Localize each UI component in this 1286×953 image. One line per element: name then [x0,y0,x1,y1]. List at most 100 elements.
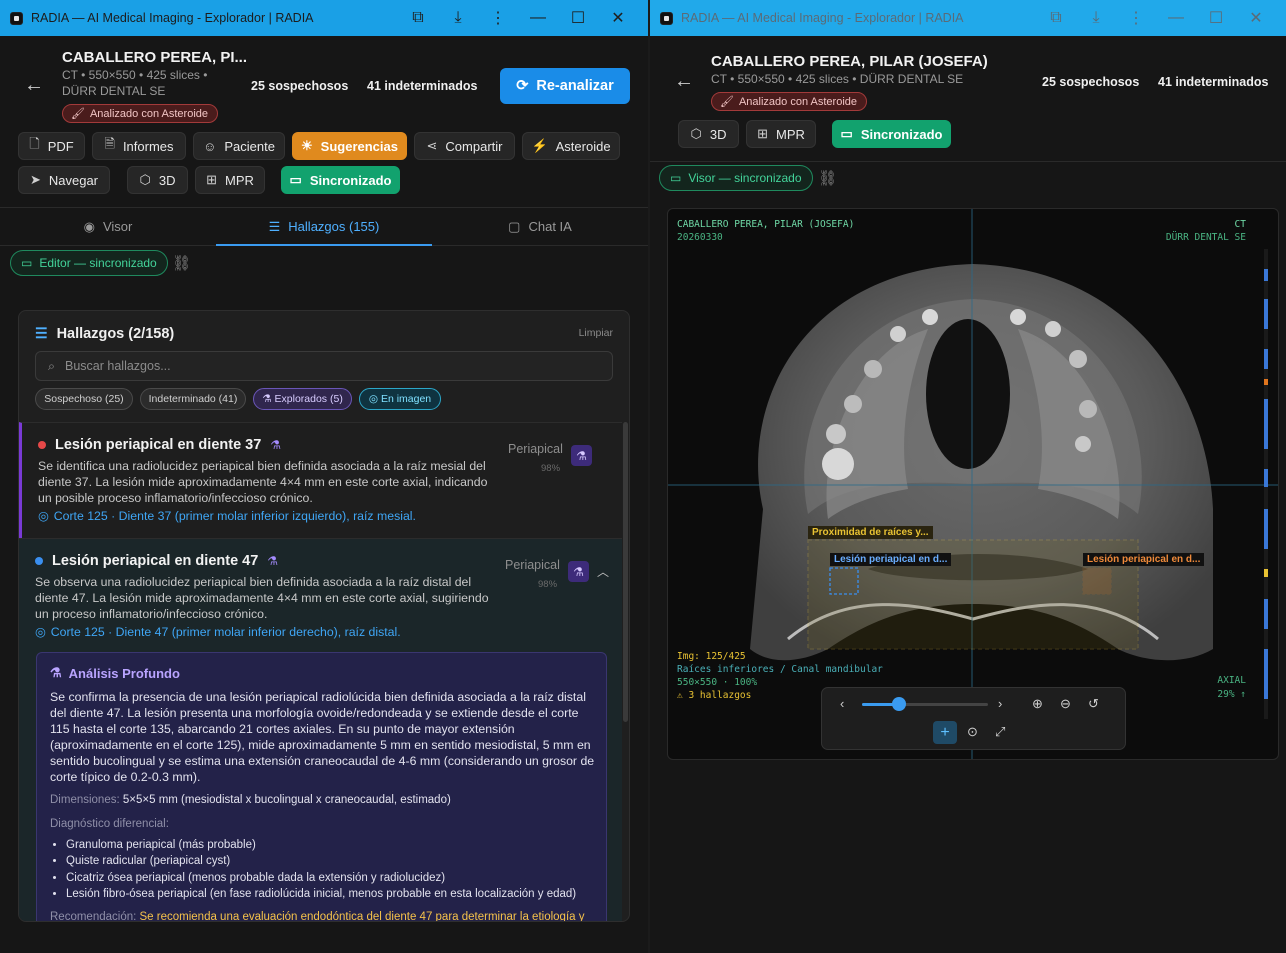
unlink-icon[interactable]: ⛓ [818,169,837,187]
slice-slider-thumb[interactable] [891,697,906,711]
lightbulb-icon: ☀ [301,138,313,153]
zoom-out-icon[interactable]: ⊖ [1060,696,1071,712]
finding-item[interactable]: Lesión periapical en diente 47 ⚗ Se obser… [19,538,622,922]
scrollbar[interactable] [623,422,628,722]
findings-search-input[interactable]: ⌕ Buscar hallazgos... [35,351,613,381]
synced-button[interactable]: ▭ Sincronizado [281,166,400,194]
asteroid-badge: 🖌 Analizado con Asteroide [62,104,218,123]
crosshair-tool-button[interactable]: + [933,721,957,744]
mpr-button[interactable]: ⊞ MPR [195,166,265,194]
viewer-window: RADIA — AI Medical Imaging - Explorador … [650,0,1286,953]
clear-button[interactable]: Limpiar [579,327,613,339]
label-lesion-right[interactable]: Lesión periapical en d... [1083,553,1205,566]
chevron-up-icon[interactable]: ︿ [597,563,609,580]
reports-button[interactable]: 🗎 Informes [92,132,186,160]
recommendation-label: Recomendación: [50,911,137,922]
patient-label: Paciente [224,138,275,154]
document-icon: 🗎 [104,136,115,151]
share-button[interactable]: ⋖ Compartir [414,132,515,160]
unlink-icon[interactable]: ⛓ [172,254,191,272]
app-icon [660,11,673,25]
extensions-icon[interactable]: ⧉ [1036,9,1076,27]
divider [650,161,1286,162]
patient-meta: CT • 550×550 • 425 slices • DÜRR DENTAL … [711,72,964,86]
patient-meta-2: DÜRR DENTAL SE [62,84,166,98]
filter-in-image[interactable]: ◎ En imagen [359,388,441,410]
tab-hallazgos[interactable]: ☰ Hallazgos (155) [216,208,432,246]
extensions-icon[interactable]: ⧉ [398,9,438,27]
recommendation-text: Se recomienda una evaluación endodóntica… [139,911,585,922]
severity-dot [35,557,43,565]
findings-title: ☰ Hallazgos (2/158) [35,325,174,342]
list-item: Cicatriz ósea periapical (menos probable… [66,870,576,886]
reanalyze-button[interactable]: ⟳ Re-analizar [500,68,630,104]
ct-scan-image[interactable] [668,209,1279,760]
analysis-title-text: Análisis Profundo [68,665,180,681]
finding-description: Se identifica una radiolucidez periapica… [38,459,488,505]
overlay-window-level: 29% ↑ [1217,689,1246,700]
suggestions-button[interactable]: ☀ Sugerencias [292,132,407,160]
minimize-button[interactable]: — [518,9,558,27]
indeterminate-count: 41 indeterminados [367,79,478,93]
synced-button[interactable]: ▭ Sincronizado [832,120,951,148]
differential-label: Diagnóstico diferencial: [50,818,169,830]
chevron-right-icon[interactable]: › [998,696,1002,711]
download-icon[interactable]: ⤓ [438,9,478,27]
close-button[interactable]: ✕ [598,8,638,28]
zoom-in-icon[interactable]: ⊕ [1032,696,1043,712]
filter-indeterminate[interactable]: Indeterminado (41) [140,388,246,410]
viewer-sync-pill[interactable]: ▭ Visor — sincronizado [659,165,813,191]
filter-explored[interactable]: ⚗ Explorados (5) [253,388,352,410]
cube-icon: ⬡ [690,126,702,141]
findings-title-label: Hallazgos (2/158) [56,325,175,342]
filter-suspicious[interactable]: Sospechoso (25) [35,388,133,410]
maximize-button[interactable]: ☐ [1196,8,1236,28]
filter-in-image-label: En imagen [380,393,432,405]
pdf-button[interactable]: 🗋 PDF [18,132,85,160]
deep-analysis-button[interactable]: ⚗ [571,445,592,466]
maximize-button[interactable]: ☐ [558,8,598,28]
deep-analysis-button[interactable]: ⚗ [568,561,589,582]
tab-visor[interactable]: ◉ Visor [0,208,216,245]
back-arrow-icon[interactable]: ← [24,74,44,97]
mpr-button[interactable]: ⊞ MPR [746,120,816,148]
asteroid-button[interactable]: ⚡ Asteroide [522,132,620,160]
eye-icon: ◉ [83,218,95,234]
editor-sync-pill[interactable]: ▭ Editor — sincronizado [10,250,168,276]
chat-icon: ▢ [508,218,521,234]
finding-location-text: Corte 125 · Diente 37 (primer molar infe… [53,509,416,523]
close-button[interactable]: ✕ [1236,8,1276,28]
finding-item[interactable]: Lesión periapical en diente 37 ⚗ Se ident… [19,422,622,538]
eye-icon: ◎ [38,509,49,523]
ct-viewer[interactable]: CABALLERO PEREA, PILAR (JOSEFA) 20260330… [667,208,1279,760]
navigate-button[interactable]: ➤ Navegar [18,166,110,194]
more-icon[interactable]: ⋮ [1116,8,1156,28]
label-lesion-left[interactable]: Lesión periapical en d... [830,553,952,566]
target-icon[interactable]: ⊙ [967,724,978,740]
finding-location-link[interactable]: ◎ Corte 125 · Diente 37 (primer molar inf… [38,509,416,523]
microscope-icon: ⚗ [50,665,62,680]
more-icon[interactable]: ⋮ [478,8,518,28]
back-arrow-icon[interactable]: ← [674,70,694,93]
navigation-icon: ➤ [29,172,41,187]
tab-bar: ◉ Visor ☰ Hallazgos (155) ▢ Chat IA [0,207,648,246]
patient-button[interactable]: ☺ Paciente [193,132,285,160]
finding-location-link[interactable]: ◎ Corte 125 · Diente 47 (primer molar inf… [35,625,401,639]
label-proximity[interactable]: Proximidad de raíces y... [808,526,933,539]
tab-chat[interactable]: ▢ Chat IA [432,208,648,245]
suspicious-count: 25 sospechosos [251,79,349,93]
overlay-patient: CABALLERO PEREA, PILAR (JOSEFA) [677,219,855,230]
fullscreen-icon[interactable]: ⤢ [995,724,1005,740]
3d-button[interactable]: ⬡ 3D [678,120,739,148]
monitor-icon: ▭ [840,126,853,141]
analysis-body: Se confirma la presencia de una lesión p… [50,690,595,784]
reset-icon[interactable]: ↺ [1088,696,1099,712]
chevron-left-icon[interactable]: ‹ [840,696,844,711]
analysis-title: ⚗ Análisis Profundo [50,665,180,681]
list-icon: ☰ [268,218,281,234]
download-icon[interactable]: ⤓ [1076,9,1116,27]
microscope-icon: ⚗ [267,554,279,568]
3d-button[interactable]: ⬡ 3D [127,166,188,194]
minimize-button[interactable]: — [1156,9,1196,27]
overlay-manufacturer: DÜRR DENTAL SE [1165,232,1246,243]
